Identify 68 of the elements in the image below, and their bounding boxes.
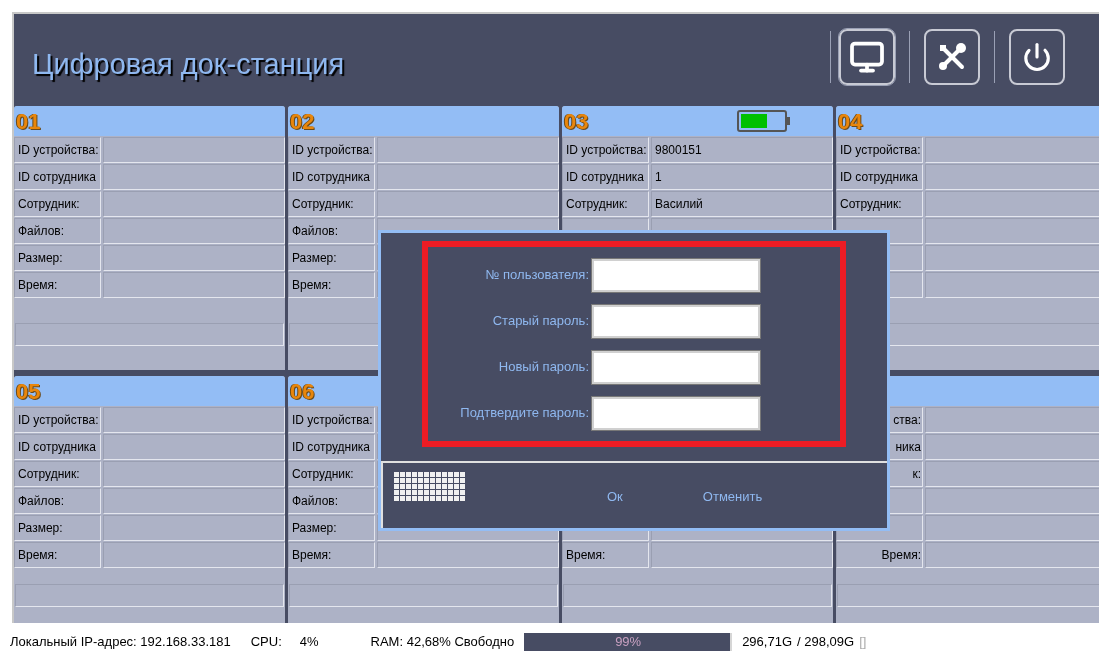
field-label-cell: ID сотрудника <box>288 434 375 460</box>
field-label-cell: Сотрудник: <box>288 191 375 217</box>
field-label-cell: Сотрудник: <box>14 461 101 487</box>
field-label-cell: ID сотрудника <box>14 164 101 190</box>
field-label-cell: ID устройства: <box>288 137 375 163</box>
field-label-cell: Размер: <box>288 245 375 271</box>
input-field[interactable] <box>592 304 760 338</box>
field-label-cell: Файлов: <box>288 488 375 514</box>
field-label-cell: Файлов: <box>288 218 375 244</box>
field-label-cell: Файлов: <box>14 218 101 244</box>
field-label-cell: ID сотрудника <box>562 164 649 190</box>
cpu-label: CPU: <box>250 633 282 651</box>
slot-number: 05 <box>16 377 41 406</box>
disk-free-text: 296,71G <box>742 633 792 651</box>
field-label-cell: ID сотрудника <box>288 164 375 190</box>
field-label-cell: ID устройства: <box>562 137 649 163</box>
field-label-cell: ID устройства: <box>14 407 101 433</box>
field-label-cell: Время: <box>14 542 101 568</box>
slot-number: 01 <box>16 107 41 136</box>
disk-usage-reading: 99% <box>614 633 643 651</box>
field-label-cell: Сотрудник: <box>288 461 375 487</box>
slot-number: 03 <box>564 107 589 136</box>
field-label-cell: ID сотрудника <box>14 434 101 460</box>
ok-button[interactable]: Ок <box>607 487 623 507</box>
slot-number: 02 <box>290 107 315 136</box>
input-field[interactable] <box>592 350 760 384</box>
input-field[interactable] <box>592 396 760 430</box>
field-label-cell: Размер: <box>288 515 375 541</box>
tools-button[interactable] <box>924 29 980 85</box>
field-label-cell: Сотрудник: <box>836 191 923 217</box>
field-label-cell: ID сотрудника <box>836 164 923 190</box>
battery-icon <box>737 110 791 132</box>
field-label-cell: Сотрудник: <box>14 191 101 217</box>
field-label: Старый пароль: <box>492 312 589 331</box>
field-label: Новый пароль: <box>498 358 589 377</box>
monitor-button[interactable] <box>839 29 895 85</box>
keyboard-icon <box>393 471 467 501</box>
field-label-cell: ID устройства: <box>288 407 375 433</box>
field-value-cell: Василий <box>651 191 833 217</box>
field-value-cell: 9800151 <box>651 137 833 163</box>
field-value-cell: 1 <box>651 164 833 190</box>
tools-icon <box>936 41 968 73</box>
slot-number: 06 <box>290 377 315 406</box>
cpu-value: 4% <box>299 633 319 651</box>
ram-text: RAM: 42,68% Свободно <box>370 633 515 651</box>
field-label-cell: Время: <box>14 272 101 298</box>
field-label-cell: Время: <box>288 272 375 298</box>
field-label: № пользователя: <box>485 266 589 285</box>
field-label-cell: Время: <box>288 542 375 568</box>
cancel-button[interactable]: Отменить <box>702 487 763 507</box>
disk-total-text: / 298,09G <box>797 633 855 651</box>
field-label-cell: Сотрудник: <box>562 191 649 217</box>
field-label-cell: ID устройства: <box>14 137 101 163</box>
field-label-cell: Время: <box>836 542 923 568</box>
field-label-cell: Размер: <box>14 245 101 271</box>
input-field[interactable] <box>592 258 760 292</box>
app-title: Цифровая док-станция <box>32 46 345 82</box>
field-label-cell: ID устройства: <box>836 137 923 163</box>
local-ip-text: Локальный IP-адрес: 192.168.33.181 <box>10 633 231 651</box>
bracket-text: [] <box>859 633 867 651</box>
field-label-cell: Размер: <box>14 515 101 541</box>
field-label: Подтвердите пароль: <box>460 404 589 423</box>
power-button[interactable] <box>1009 29 1065 85</box>
power-icon <box>1022 42 1052 72</box>
field-label-cell: Время: <box>562 542 649 568</box>
monitor-icon <box>849 39 885 75</box>
field-label-cell: Файлов: <box>14 488 101 514</box>
slot-number: 04 <box>838 107 863 136</box>
